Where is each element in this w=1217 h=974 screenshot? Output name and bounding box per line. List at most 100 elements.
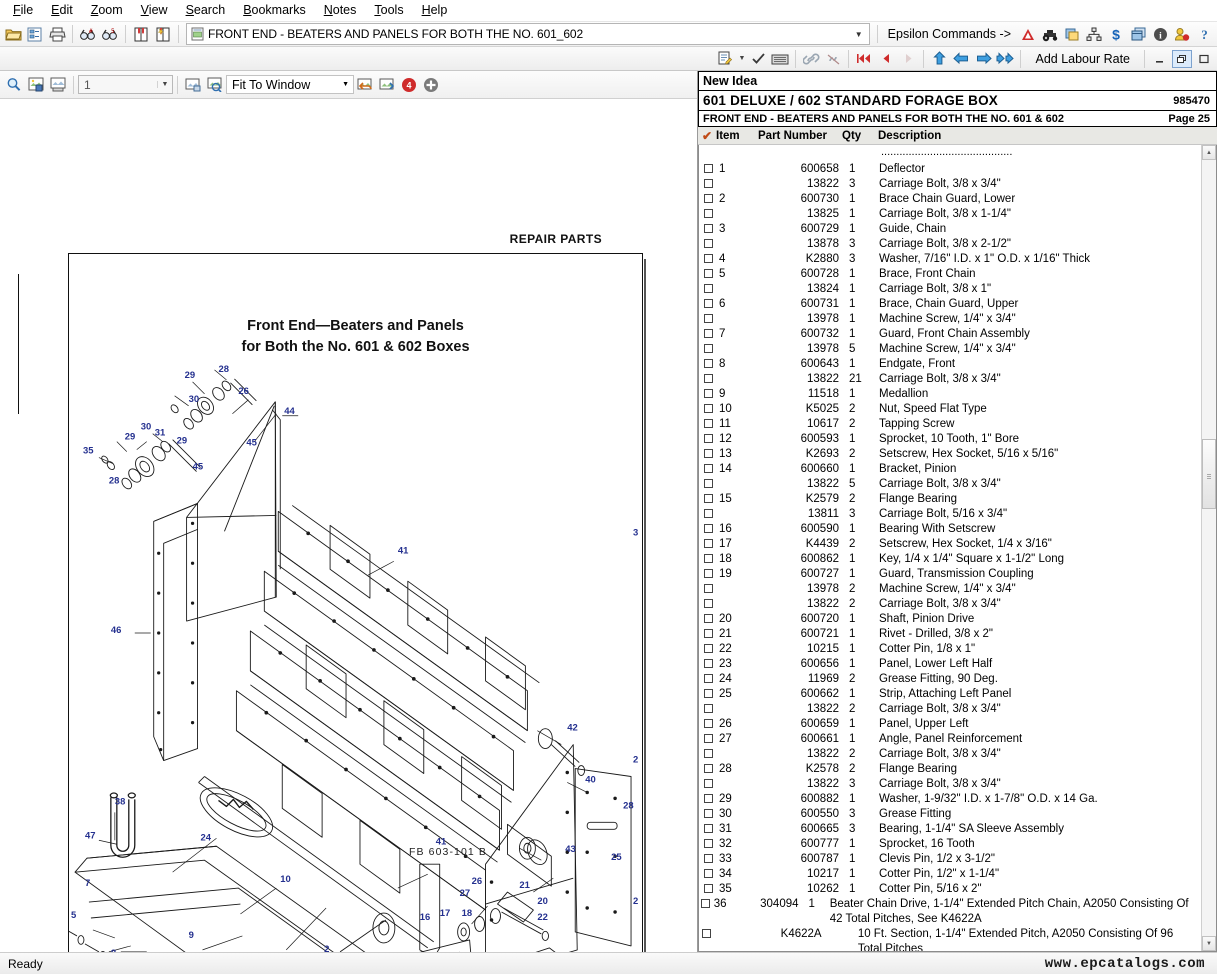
- checkmark-orange-icon[interactable]: ✔: [698, 129, 716, 143]
- checkbox-icon[interactable]: [703, 269, 713, 278]
- row-checkbox[interactable]: [699, 627, 717, 638]
- row-checkbox[interactable]: [699, 192, 717, 203]
- open-folder-icon[interactable]: [2, 23, 24, 45]
- table-row[interactable]: 13824 1 Carriage Bolt, 3/8 x 1": [699, 282, 1201, 297]
- menu-item-zoom[interactable]: Zoom: [82, 1, 132, 19]
- row-checkbox[interactable]: [699, 162, 717, 173]
- table-row[interactable]: 13822 21 Carriage Bolt, 3/8 x 3/4": [699, 372, 1201, 387]
- table-row[interactable]: 4 K2880 3 Washer, 7/16" I.D. x 1" O.D. x 1/…: [699, 252, 1201, 267]
- row-checkbox[interactable]: [699, 777, 717, 788]
- table-row[interactable]: 13822 2 Carriage Bolt, 3/8 x 3/4": [699, 702, 1201, 717]
- table-row[interactable]: 13825 1 Carriage Bolt, 3/8 x 1-1/4": [699, 207, 1201, 222]
- table-row[interactable]: 24 11969 2 Grease Fitting, 90 Deg.: [699, 672, 1201, 687]
- checkbox-icon[interactable]: [703, 329, 713, 338]
- checkbox-icon[interactable]: [703, 464, 713, 473]
- help-question-icon[interactable]: ?: [1193, 23, 1215, 45]
- table-row[interactable]: 28 K2578 2 Flange Bearing: [699, 762, 1201, 777]
- price-dollar-icon[interactable]: $: [1105, 23, 1127, 45]
- tree-view-icon[interactable]: [24, 23, 46, 45]
- table-row[interactable]: 13822 2 Carriage Bolt, 3/8 x 3/4": [699, 597, 1201, 612]
- row-checkbox[interactable]: [699, 807, 717, 818]
- row-checkbox[interactable]: [699, 552, 717, 563]
- row-checkbox[interactable]: [699, 537, 717, 548]
- checkbox-icon[interactable]: [703, 404, 713, 413]
- row-checkbox[interactable]: [699, 897, 712, 908]
- row-checkbox[interactable]: [699, 567, 717, 578]
- table-row[interactable]: 35 10262 1 Cotter Pin, 5/16 x 2": [699, 882, 1201, 897]
- checkbox-icon[interactable]: [703, 314, 713, 323]
- checkbox-icon[interactable]: [703, 209, 713, 218]
- row-checkbox[interactable]: [699, 447, 717, 458]
- checkbox-icon[interactable]: [703, 644, 713, 653]
- parts-table-body[interactable]: ........................................…: [699, 145, 1201, 951]
- table-row[interactable]: 9 11518 1 Medallion: [699, 387, 1201, 402]
- checkbox-icon[interactable]: [703, 719, 713, 728]
- table-row[interactable]: 14 600660 1 Bracket, Pinion: [699, 462, 1201, 477]
- row-checkbox[interactable]: [699, 762, 717, 773]
- fast-forward-icon[interactable]: [994, 48, 1016, 70]
- checkbox-icon[interactable]: [703, 884, 713, 893]
- row-checkbox[interactable]: [699, 717, 717, 728]
- table-row[interactable]: 32 600777 1 Sprocket, 16 Tooth: [699, 837, 1201, 852]
- table-row[interactable]: 13822 3 Carriage Bolt, 3/8 x 3/4": [699, 777, 1201, 792]
- scroll-down-icon[interactable]: ▼: [1202, 936, 1216, 951]
- row-checkbox[interactable]: [699, 882, 717, 893]
- checkbox-icon[interactable]: [703, 854, 713, 863]
- checkbox-icon[interactable]: [703, 809, 713, 818]
- table-row[interactable]: 18 600862 1 Key, 1/4 x 1/4" Square x 1-1/2"…: [699, 552, 1201, 567]
- document-canvas[interactable]: REPAIR PARTS Front End—Beaters and Panel…: [0, 99, 697, 952]
- table-row[interactable]: 31 600665 3 Bearing, 1-1/4" SA Sleeve Assem…: [699, 822, 1201, 837]
- table-row[interactable]: 13978 1 Machine Screw, 1/4" x 3/4": [699, 312, 1201, 327]
- table-row[interactable]: 25 600662 1 Strip, Attaching Left Panel: [699, 687, 1201, 702]
- checkbox-icon[interactable]: [703, 674, 713, 683]
- menu-item-search[interactable]: Search: [177, 1, 235, 19]
- table-row[interactable]: 10 K5025 2 Nut, Speed Flat Type: [699, 402, 1201, 417]
- table-row[interactable]: 19 600727 1 Guard, Transmission Coupling: [699, 567, 1201, 582]
- menu-item-tools[interactable]: Tools: [365, 1, 412, 19]
- maximize-icon[interactable]: [1194, 50, 1214, 68]
- checkbox-icon[interactable]: [703, 479, 713, 488]
- zoom-level-select[interactable]: Fit To Window ▼: [226, 75, 354, 94]
- next-record-icon[interactable]: [897, 48, 919, 70]
- row-checkbox[interactable]: [699, 432, 717, 443]
- left-arrow-icon[interactable]: [950, 48, 972, 70]
- checkbox-icon[interactable]: [703, 869, 713, 878]
- row-checkbox[interactable]: [699, 927, 715, 938]
- checkbox-icon[interactable]: [703, 599, 713, 608]
- order-notepad-icon[interactable]: [714, 48, 736, 70]
- checkbox-icon[interactable]: [703, 539, 713, 548]
- table-row[interactable]: 16 600590 1 Bearing With Setscrew: [699, 522, 1201, 537]
- parts-lookup-icon[interactable]: [1061, 23, 1083, 45]
- row-checkbox[interactable]: [699, 312, 717, 323]
- checkbox-icon[interactable]: [703, 164, 713, 173]
- checkbox-icon[interactable]: [703, 794, 713, 803]
- row-checkbox[interactable]: [699, 477, 717, 488]
- checkbox-icon[interactable]: [703, 239, 713, 248]
- row-checkbox[interactable]: [699, 267, 717, 278]
- table-row[interactable]: 15 K2579 2 Flange Bearing: [699, 492, 1201, 507]
- table-row[interactable]: 34 10217 1 Cotter Pin, 1/2" x 1-1/4": [699, 867, 1201, 882]
- column-header-item[interactable]: Item: [716, 130, 758, 142]
- table-row[interactable]: 13822 2 Carriage Bolt, 3/8 x 3/4": [699, 747, 1201, 762]
- checkbox-icon[interactable]: [703, 569, 713, 578]
- menu-item-file[interactable]: File: [4, 1, 42, 19]
- table-row[interactable]: 11 10617 2 Tapping Screw: [699, 417, 1201, 432]
- table-row[interactable]: 30 600550 3 Grease Fitting: [699, 807, 1201, 822]
- checkbox-icon[interactable]: [703, 824, 713, 833]
- checkbox-icon[interactable]: [702, 929, 712, 938]
- menu-item-view[interactable]: View: [132, 1, 177, 19]
- print-image-icon[interactable]: [47, 74, 69, 96]
- agco-triangle-icon[interactable]: [1017, 23, 1039, 45]
- row-checkbox[interactable]: [699, 687, 717, 698]
- row-checkbox[interactable]: [699, 237, 717, 248]
- table-row[interactable]: 21 600721 1 Rivet - Drilled, 3/8 x 2": [699, 627, 1201, 642]
- chevron-down-icon[interactable]: ▼: [851, 30, 867, 39]
- checkbox-icon[interactable]: [703, 689, 713, 698]
- up-arrow-icon[interactable]: [928, 48, 950, 70]
- row-checkbox[interactable]: [699, 747, 717, 758]
- checkbox-icon[interactable]: [703, 839, 713, 848]
- checkbox-icon[interactable]: [700, 899, 710, 908]
- checkbox-icon[interactable]: [703, 584, 713, 593]
- table-row[interactable]: 12 600593 1 Sprocket, 10 Tooth, 1" Bore: [699, 432, 1201, 447]
- table-row[interactable]: 13822 3 Carriage Bolt, 3/8 x 3/4": [699, 177, 1201, 192]
